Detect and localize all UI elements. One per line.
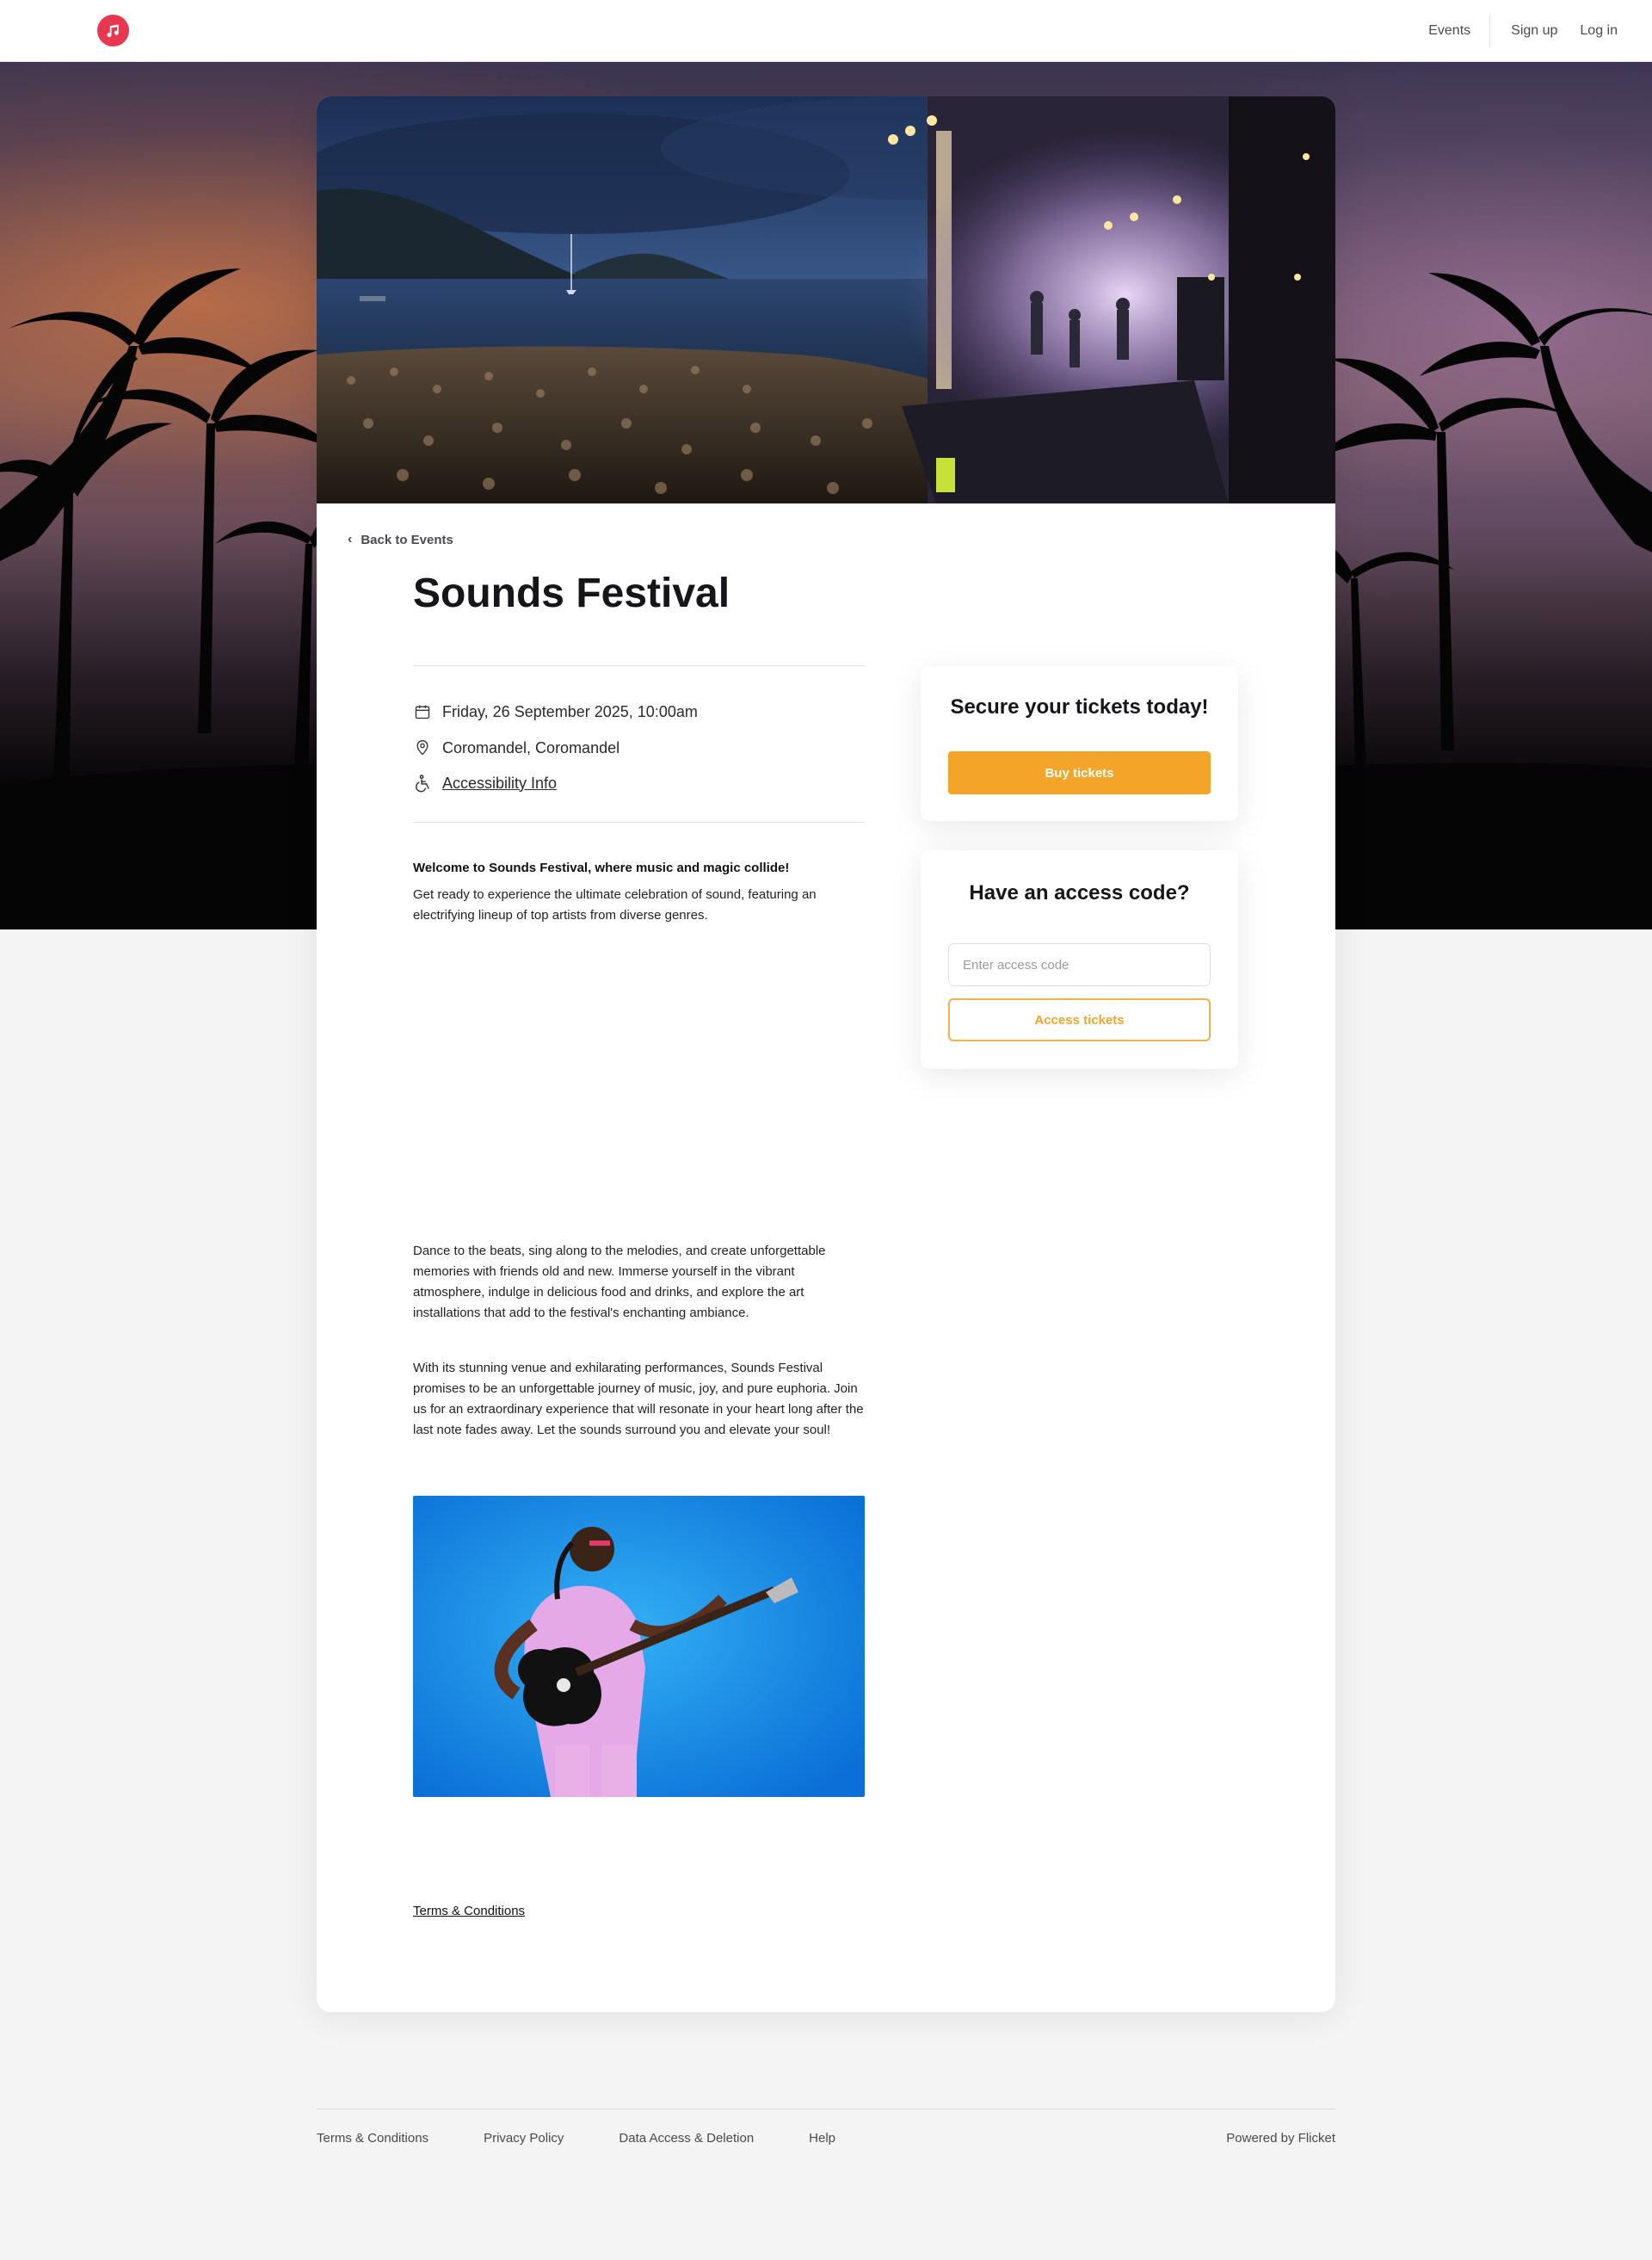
event-date-row: Friday, 26 September 2025, 10:00am (413, 702, 698, 721)
guitarist-image (413, 1496, 865, 1797)
divider-bottom (413, 822, 865, 823)
event-accessibility-row: Accessibility Info (413, 774, 557, 793)
calendar-icon (413, 702, 432, 721)
buy-tickets-panel: Secure your tickets today! Buy tickets (921, 666, 1238, 821)
chevron-left-icon: ‹ (348, 532, 353, 546)
event-card: ‹ Back to Events Sounds Festival Friday,… (317, 96, 1335, 2012)
buy-tickets-heading: Secure your tickets today! (950, 695, 1209, 719)
brand-logo[interactable] (97, 15, 129, 46)
access-code-input[interactable] (948, 943, 1211, 986)
nav-events-link[interactable]: Events (1428, 23, 1470, 39)
access-code-heading: Have an access code? (969, 881, 1190, 905)
footer-help-link[interactable]: Help (809, 2131, 835, 2146)
description-paragraph-2: Dance to the beats, sing along to the me… (413, 1244, 826, 1320)
accessibility-info-link[interactable]: Accessibility Info (442, 775, 557, 793)
concert-photo (317, 96, 1335, 503)
powered-by-text: Powered by Flicket (1226, 2131, 1335, 2146)
buy-tickets-button[interactable]: Buy tickets (948, 751, 1211, 794)
description-paragraph-3: With its stunning venue and exhilarating… (413, 1361, 864, 1437)
footer-links: Terms & Conditions Privacy Policy Data A… (317, 2131, 891, 2146)
main-nav: Events Sign up Log in (1428, 0, 1618, 62)
event-location-row: Coromandel, Coromandel (413, 738, 620, 757)
nav-signup-link[interactable]: Sign up (1511, 23, 1557, 39)
event-location: Coromandel, Coromandel (442, 738, 620, 756)
nav-divider (1489, 15, 1491, 47)
footer-data-access-link[interactable]: Data Access & Deletion (619, 2131, 754, 2146)
top-navigation-bar: Events Sign up Log in (0, 0, 1652, 62)
footer-privacy-link[interactable]: Privacy Policy (484, 2131, 564, 2146)
divider-top (413, 665, 865, 666)
event-banner-image (317, 96, 1335, 503)
back-to-events-link[interactable]: ‹ Back to Events (348, 532, 453, 547)
event-terms-link[interactable]: Terms & Conditions (413, 1904, 525, 1918)
description-intro-heading: Welcome to Sounds Festival, where music … (413, 861, 790, 875)
footer-terms-link[interactable]: Terms & Conditions (317, 2131, 428, 2146)
nav-login-link[interactable]: Log in (1580, 23, 1618, 39)
wheelchair-icon (413, 774, 432, 793)
music-note-icon (107, 24, 119, 37)
description-intro: Get ready to experience the ultimate cel… (413, 887, 817, 923)
event-datetime: Friday, 26 September 2025, 10:00am (442, 702, 698, 720)
event-title: Sounds Festival (413, 571, 730, 616)
access-tickets-button[interactable]: Access tickets (948, 998, 1211, 1041)
map-pin-icon (413, 738, 432, 757)
back-to-events-label: Back to Events (361, 532, 453, 547)
access-code-panel: Have an access code? Access tickets (921, 850, 1238, 1069)
